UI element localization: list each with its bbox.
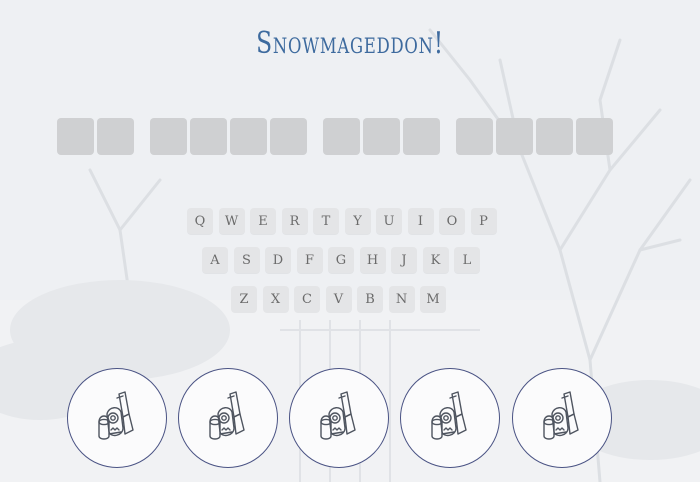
- winter-gear-icon: [418, 384, 482, 452]
- key-k[interactable]: K: [422, 247, 449, 273]
- winter-gear-icon: [530, 384, 594, 452]
- letter-tile: [270, 118, 307, 155]
- letter-tile: [190, 118, 227, 155]
- key-j[interactable]: J: [391, 247, 417, 273]
- key-a[interactable]: A: [202, 247, 228, 273]
- letter-tile: [456, 118, 493, 155]
- key-w[interactable]: W: [218, 208, 245, 234]
- game-title: Snowmageddon!: [256, 26, 444, 61]
- key-v[interactable]: V: [325, 286, 352, 312]
- key-b[interactable]: B: [357, 286, 383, 312]
- letter-tile: [363, 118, 400, 155]
- winter-gear-icon: [196, 384, 260, 452]
- key-n[interactable]: N: [388, 286, 415, 312]
- key-p[interactable]: P: [470, 208, 497, 234]
- key-g[interactable]: G: [328, 247, 354, 273]
- life-token: [67, 368, 167, 468]
- key-f[interactable]: F: [296, 247, 323, 273]
- key-o[interactable]: O: [439, 208, 465, 234]
- key-u[interactable]: U: [376, 208, 402, 234]
- life-token: [400, 368, 500, 468]
- winter-gear-icon: [307, 384, 371, 452]
- key-q[interactable]: Q: [187, 208, 213, 234]
- key-m[interactable]: M: [420, 286, 446, 312]
- key-r[interactable]: R: [281, 208, 308, 234]
- letter-tile: [57, 118, 94, 155]
- letter-tile: [150, 118, 187, 155]
- life-token: [289, 368, 389, 468]
- key-d[interactable]: D: [265, 247, 291, 273]
- key-l[interactable]: L: [454, 247, 480, 273]
- key-e[interactable]: E: [250, 208, 276, 234]
- key-i[interactable]: I: [407, 208, 434, 234]
- letter-tile: [323, 118, 360, 155]
- letter-tile: [536, 118, 573, 155]
- winter-gear-icon: [85, 384, 149, 452]
- key-c[interactable]: C: [294, 286, 320, 312]
- life-token: [512, 368, 612, 468]
- life-token: [178, 368, 278, 468]
- letter-tile: [403, 118, 440, 155]
- letter-tile: [496, 118, 533, 155]
- letter-tile: [576, 118, 613, 155]
- letter-tile: [97, 118, 134, 155]
- key-t[interactable]: T: [313, 208, 339, 234]
- key-h[interactable]: H: [359, 247, 386, 273]
- key-y[interactable]: Y: [344, 208, 371, 234]
- key-z[interactable]: Z: [231, 286, 257, 312]
- letter-tile: [230, 118, 267, 155]
- key-s[interactable]: S: [233, 247, 260, 273]
- key-x[interactable]: X: [262, 286, 289, 312]
